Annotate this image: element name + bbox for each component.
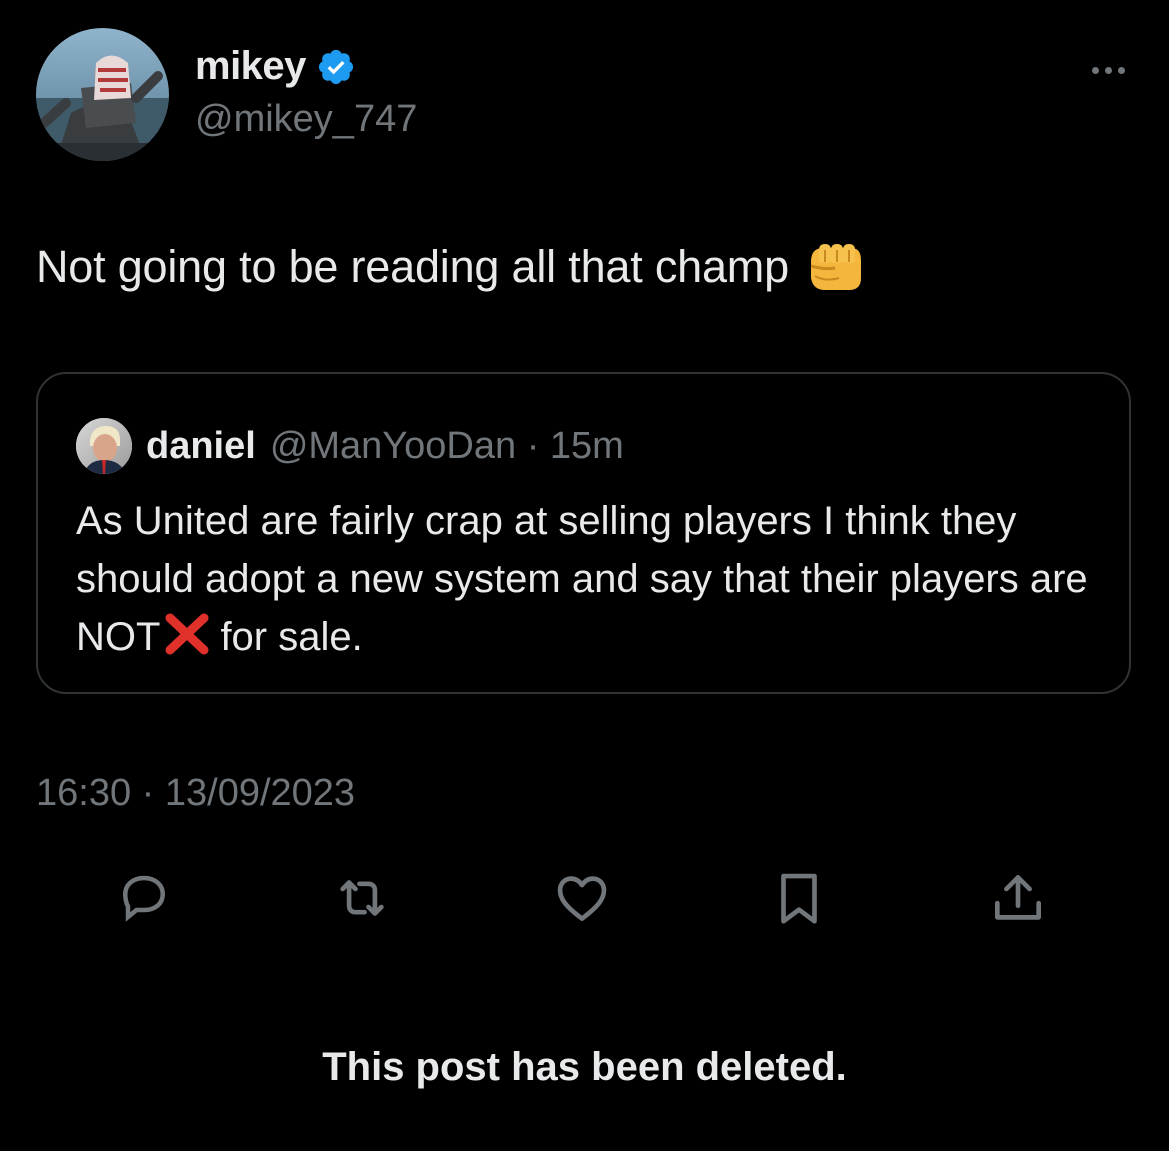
author-display-name[interactable]: mikey xyxy=(195,44,306,89)
quote-body-text-end: for sale. xyxy=(220,615,363,659)
like-icon xyxy=(557,876,607,921)
more-options-button[interactable] xyxy=(1084,60,1132,80)
avatar-photo xyxy=(76,418,132,474)
reply-button[interactable] xyxy=(112,866,176,930)
tweet-timestamp[interactable]: 16:30 · 13/09/2023 xyxy=(36,772,355,815)
oncoming-fist-icon xyxy=(810,244,861,290)
quote-header: daniel @ManYooDan · 15m xyxy=(76,418,624,474)
retweet-button[interactable] xyxy=(330,866,394,930)
author-handle[interactable]: @mikey_747 xyxy=(195,98,417,141)
cross-mark-icon xyxy=(165,613,209,655)
share-icon xyxy=(995,875,1041,920)
author-name-row[interactable]: mikey xyxy=(195,44,356,89)
deleted-notice: This post has been deleted. xyxy=(322,1045,847,1089)
tweet-text-content: Not going to be reading all that champ xyxy=(36,241,789,292)
action-bar xyxy=(0,860,1169,940)
bookmark-icon xyxy=(781,873,817,924)
like-button[interactable] xyxy=(550,866,614,930)
dot-icon xyxy=(1117,66,1125,74)
quote-author-name[interactable]: daniel xyxy=(146,425,256,468)
quote-body: As United are fairly crap at selling pla… xyxy=(76,492,1106,666)
avatar-photo xyxy=(36,28,169,161)
share-button[interactable] xyxy=(986,866,1050,930)
quote-author-avatar[interactable] xyxy=(76,418,132,474)
dot-icon xyxy=(1104,66,1112,74)
tweet-text: Not going to be reading all that champ xyxy=(36,240,865,294)
bookmark-button[interactable] xyxy=(767,866,831,930)
author-avatar[interactable] xyxy=(36,28,169,161)
reply-icon xyxy=(122,875,166,922)
retweet-icon xyxy=(340,880,384,916)
quoted-tweet-card[interactable]: daniel @ManYooDan · 15m As United are fa… xyxy=(36,372,1131,694)
dot-icon xyxy=(1091,66,1099,74)
quote-author-meta[interactable]: @ManYooDan · 15m xyxy=(270,425,624,468)
verified-badge-icon xyxy=(318,49,354,84)
